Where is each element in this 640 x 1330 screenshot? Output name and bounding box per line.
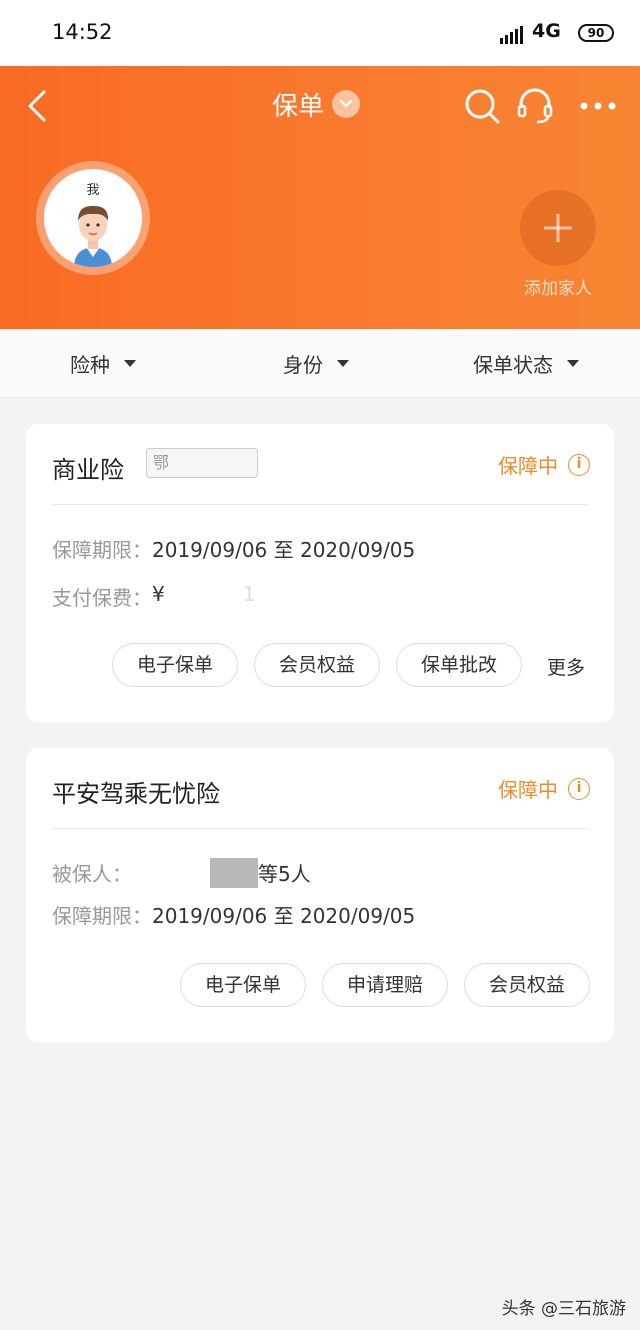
caret-down-icon	[124, 360, 136, 367]
insured-row: 被保人： 等5人	[52, 858, 311, 888]
status-label: 保障中	[498, 454, 558, 478]
row-value: 2019/09/06 至 2020/09/05	[152, 904, 416, 928]
plate-tag: 鄂	[146, 448, 258, 478]
row-value: 2019/09/06 至 2020/09/05	[152, 538, 416, 562]
user-face-icon	[74, 205, 112, 267]
filter-bar: 险种 身份 保单状态	[0, 329, 640, 398]
watermark: 头条 @三石旅游	[501, 1299, 626, 1319]
policy-amend-button[interactable]: 保单批改	[396, 643, 522, 687]
filter-label: 险种	[70, 353, 110, 377]
add-family-button[interactable]	[520, 190, 596, 266]
coverage-period-row: 保障期限： 2019/09/06 至 2020/09/05	[52, 900, 415, 929]
premium-row: 支付保费： ¥ 1	[52, 582, 255, 611]
caret-down-icon	[567, 360, 579, 367]
policy-title: 商业险	[52, 456, 124, 484]
header: 保单 我 添加家人	[0, 66, 640, 329]
info-icon: i	[568, 453, 590, 476]
divider	[52, 504, 588, 505]
plus-icon	[544, 214, 572, 242]
customer-service-icon[interactable]	[515, 86, 555, 126]
more-options-icon[interactable]	[578, 86, 618, 126]
row-label: 支付保费：	[52, 586, 152, 610]
filter-label: 身份	[283, 353, 323, 377]
avatar-label: 我	[86, 183, 100, 198]
status-time: 14:52	[52, 20, 113, 44]
filter-policy-status[interactable]: 保单状态	[473, 349, 579, 378]
row-label: 保障期限：	[52, 538, 152, 562]
avatar[interactable]: 我	[44, 169, 142, 267]
policy-status[interactable]: 保障中 i	[498, 450, 590, 479]
row-value: ¥	[152, 582, 165, 606]
info-icon: i	[568, 777, 590, 800]
e-policy-button[interactable]: 电子保单	[112, 643, 238, 687]
battery-icon: 90	[578, 24, 614, 42]
policy-card[interactable]: 商业险 鄂 保障中 i 保障期限： 2019/09/06 至 2020/09/0…	[26, 424, 614, 722]
row-value: 等5人	[258, 862, 311, 886]
row-value-tail: 1	[242, 582, 256, 606]
filter-insurance-type[interactable]: 险种	[70, 349, 136, 378]
plate-tag-text: 鄂	[153, 453, 170, 472]
page-title: 保单	[272, 91, 325, 122]
filter-identity[interactable]: 身份	[283, 349, 349, 378]
filter-label: 保单状态	[473, 353, 553, 377]
back-arrow-icon[interactable]	[22, 86, 56, 126]
member-benefits-button[interactable]: 会员权益	[464, 963, 590, 1007]
e-policy-button[interactable]: 电子保单	[180, 963, 306, 1007]
row-label: 被保人：	[52, 862, 132, 886]
file-claim-button[interactable]: 申请理赔	[322, 963, 448, 1007]
policy-status[interactable]: 保障中 i	[498, 774, 590, 803]
more-link[interactable]: 更多	[547, 653, 585, 680]
policy-title: 平安驾乘无忧险	[52, 780, 220, 808]
redacted-block	[210, 858, 258, 888]
row-label: 保障期限：	[52, 904, 152, 928]
caret-down-icon	[337, 360, 349, 367]
status-label: 保障中	[498, 778, 558, 802]
chevron-down-icon	[332, 90, 361, 118]
search-icon[interactable]	[462, 86, 502, 126]
member-benefits-button[interactable]: 会员权益	[254, 643, 380, 687]
divider	[52, 828, 588, 829]
status-bar: 14:52 4G 90	[0, 0, 640, 66]
network-type: 4G	[532, 20, 561, 42]
add-family-label: 添加家人	[524, 279, 592, 299]
title-switcher[interactable]: 保单	[272, 84, 361, 124]
signal-icon	[500, 24, 526, 44]
coverage-period-row: 保障期限： 2019/09/06 至 2020/09/05	[52, 534, 415, 563]
policy-card[interactable]: 平安驾乘无忧险 保障中 i 被保人： 等5人 保障期限： 2019/09/06 …	[26, 748, 614, 1042]
